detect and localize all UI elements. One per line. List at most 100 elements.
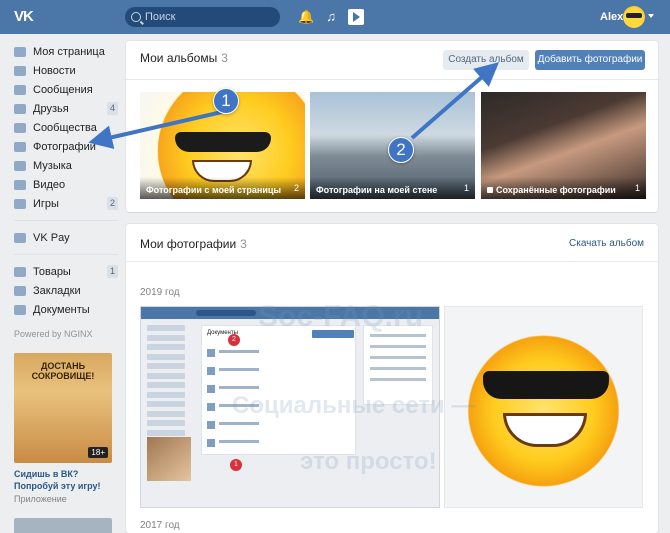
search-icon	[131, 12, 141, 22]
album-saved-photos[interactable]: Сохранённые фотографии 1	[481, 92, 646, 199]
news-icon	[14, 65, 26, 76]
album-caption: Фотографии с моей страницы	[140, 177, 305, 199]
mini-documents: Документы	[201, 325, 356, 455]
promo-image[interactable]: ДОСТАНЬ СОКРОВИЩЕ! 18+	[14, 353, 112, 463]
bell-icon[interactable]: 🔔	[298, 9, 314, 25]
sidebar-item-label: Документы	[33, 303, 90, 316]
mini-row	[207, 348, 287, 358]
documents-icon	[14, 304, 26, 315]
sidebar-item-label: Новости	[33, 64, 76, 77]
photos-title: Мои фотографии 3	[140, 237, 247, 251]
play-icon[interactable]	[347, 9, 364, 25]
avatar[interactable]	[623, 6, 645, 28]
sidebar-item-label: Товары	[33, 265, 71, 278]
sidebar-item-label: Сообщества	[33, 121, 97, 134]
sidebar-item-label: Игры	[33, 197, 59, 210]
promo-image-2[interactable]	[14, 518, 112, 533]
divider	[14, 220, 118, 221]
friends-icon	[14, 103, 26, 114]
sidebar-item-bookmarks[interactable]: Закладки	[14, 281, 118, 300]
games-count-badge: 2	[106, 197, 118, 210]
vk-logo[interactable]: VK	[14, 8, 40, 26]
album-caption: Сохранённые фотографии	[481, 177, 646, 199]
goods-icon	[14, 266, 26, 277]
video-icon	[14, 179, 26, 190]
sidebar-item-label: Моя страница	[33, 45, 105, 58]
photos-count: 3	[240, 237, 247, 251]
sidebar-item-label: Закладки	[33, 284, 81, 297]
mini-sidebar	[147, 325, 195, 439]
top-bar: VK Поиск 🔔 ♫ Alex	[0, 0, 670, 34]
watermark-line-2: Социальные сети —	[232, 392, 476, 419]
download-album-link[interactable]: Скачать альбом	[569, 238, 644, 249]
album-count: 2	[293, 183, 299, 193]
mini-callout-2: 2	[228, 334, 240, 346]
sidebar-item-label: Видео	[33, 178, 66, 191]
sidebar-item-my-page[interactable]: Моя страница	[14, 42, 118, 61]
sunglasses-graphic	[483, 371, 609, 399]
music-icon[interactable]: ♫	[326, 9, 336, 25]
sidebar-item-label: Сообщения	[33, 83, 93, 96]
watermark-line-1: Soc-FAQ.ru	[258, 300, 424, 333]
mini-row	[207, 420, 287, 430]
powered-by: Powered by NGINX	[14, 329, 93, 339]
sidebar-item-label: Фотографии	[33, 140, 96, 153]
search-input[interactable]: Поиск	[125, 7, 280, 27]
vkpay-icon	[14, 232, 26, 243]
album-caption-text: Сохранённые фотографии	[496, 185, 616, 195]
camera-icon	[14, 141, 26, 152]
photos-panel: Мои фотографии 3 Скачать альбом 2019 год …	[126, 224, 658, 533]
albums-count: 3	[221, 51, 228, 65]
goods-count-badge: 1	[106, 265, 118, 278]
sidebar-item-friends[interactable]: Друзья 4	[14, 99, 118, 118]
mini-row	[207, 366, 287, 376]
add-photos-button[interactable]: Добавить фотографии	[535, 50, 645, 70]
create-album-button[interactable]: Создать альбом	[443, 50, 529, 70]
sidebar-item-games[interactable]: Игры 2	[14, 194, 118, 213]
promo-text[interactable]: Сидишь в ВК? Попробуй эту игру!	[14, 468, 118, 492]
sidebar-item-groups[interactable]: Сообщества	[14, 118, 118, 137]
albums-title: Мои альбомы 3	[140, 51, 228, 65]
music-icon	[14, 160, 26, 171]
smile-graphic	[503, 413, 587, 447]
games-icon	[14, 198, 26, 209]
home-icon	[14, 46, 26, 57]
promo-sub: Приложение	[14, 494, 67, 504]
sidebar-item-goods[interactable]: Товары 1	[14, 262, 118, 281]
sidebar-item-label: VK Pay	[33, 231, 70, 244]
divider	[14, 254, 118, 255]
messages-icon	[14, 84, 26, 95]
album-count: 1	[463, 183, 469, 193]
sidebar-item-label: Музыка	[33, 159, 72, 172]
sidebar-item-documents[interactable]: Документы	[14, 300, 118, 319]
mini-callout-1: 1	[230, 459, 242, 471]
groups-icon	[14, 122, 26, 133]
sidebar-item-news[interactable]: Новости	[14, 61, 118, 80]
mini-row	[207, 438, 287, 448]
friends-count-badge: 4	[106, 102, 118, 115]
sunglasses-graphic	[175, 132, 271, 152]
divider	[126, 261, 658, 262]
sidebar-item-label: Друзья	[33, 102, 69, 115]
sidebar-item-video[interactable]: Видео	[14, 175, 118, 194]
user-name[interactable]: Alex	[600, 11, 623, 23]
lock-icon	[487, 187, 493, 193]
callout-2: 2	[388, 137, 414, 163]
callout-1: 1	[213, 88, 239, 114]
age-badge: 18+	[88, 447, 108, 458]
sidebar-item-messages[interactable]: Сообщения	[14, 80, 118, 99]
album-count: 1	[634, 183, 640, 193]
watermark-line-3: это просто!	[300, 448, 437, 475]
albums-panel: Мои альбомы 3 Создать альбом Добавить фот…	[126, 41, 658, 212]
top-icons: 🔔 ♫	[298, 9, 364, 25]
sidebar: Моя страница Новости Сообщения Друзья 4 С…	[14, 42, 118, 533]
divider	[126, 79, 658, 80]
sidebar-item-music[interactable]: Музыка	[14, 156, 118, 175]
chevron-down-icon[interactable]	[648, 14, 654, 18]
sidebar-item-photos[interactable]: Фотографии	[14, 137, 118, 156]
sidebar-item-vkpay[interactable]: VK Pay	[14, 228, 118, 247]
photos-title-text: Мои фотографии	[140, 237, 237, 251]
year-label: 2019 год	[140, 287, 180, 298]
albums-title-text: Мои альбомы	[140, 51, 218, 65]
year-label: 2017 год	[140, 520, 180, 531]
